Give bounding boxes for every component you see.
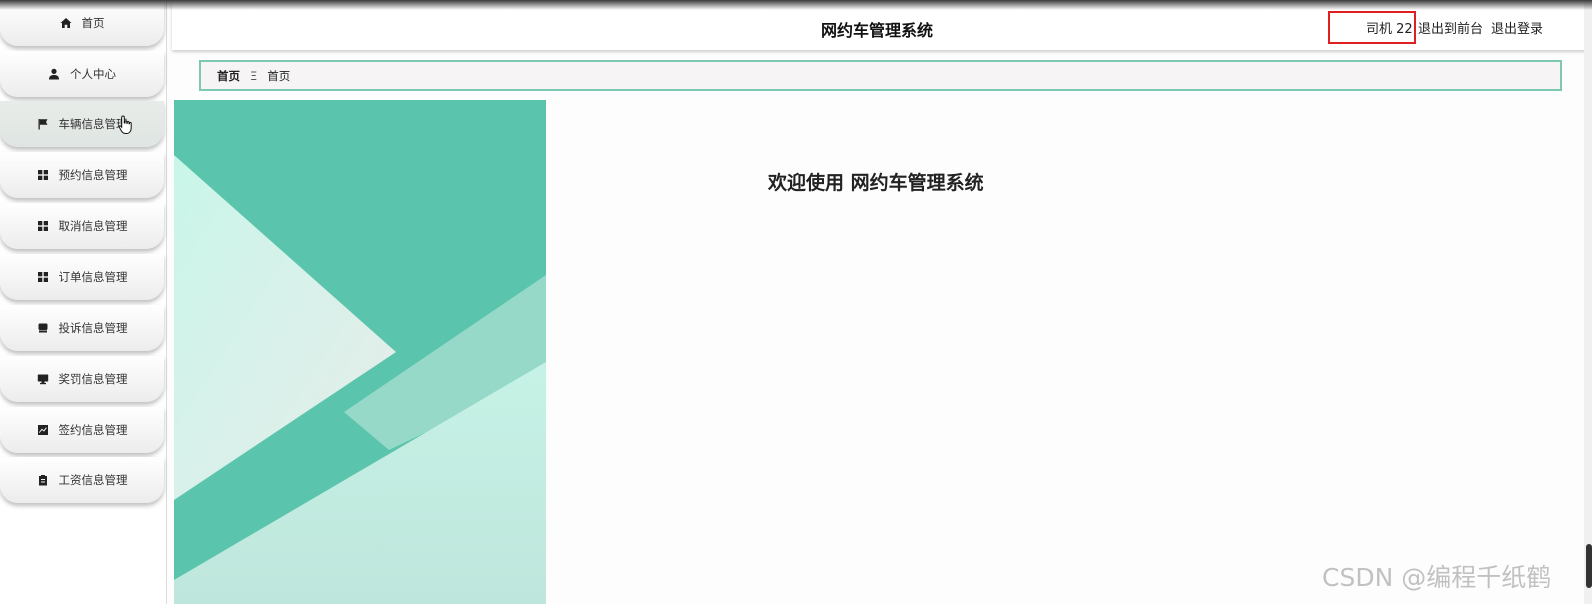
clipboard-icon (37, 474, 49, 486)
sidebar-item-reservations[interactable]: 预约信息管理 (0, 152, 164, 198)
home-icon (60, 17, 72, 29)
sidebar-item-home[interactable]: 首页 (0, 0, 164, 46)
sidebar-item-profile[interactable]: 个人中心 (0, 51, 164, 97)
sidebar-item-label: 工资信息管理 (58, 473, 128, 487)
breadcrumb-current: 首页 (267, 68, 291, 83)
sidebar-item-cancellations[interactable]: 取消信息管理 (0, 203, 164, 249)
sidebar-item-label: 个人中心 (70, 67, 116, 81)
grid-icon (37, 271, 49, 283)
grid-icon (37, 220, 49, 232)
sidebar-item-contracts[interactable]: 签约信息管理 (0, 407, 164, 453)
breadcrumb-separator: Ξ (250, 68, 258, 83)
sidebar-item-label: 签约信息管理 (58, 423, 128, 437)
sidebar-item-salary[interactable]: 工资信息管理 (0, 457, 164, 503)
welcome-illustration (174, 100, 546, 604)
logout-link[interactable]: 退出登录 (1491, 18, 1543, 37)
person-icon (48, 68, 60, 80)
sidebar: 首页 个人中心 车辆信息管理 预约信息管理 取消信息管理 订单信息管理 投诉信息… (0, 0, 167, 604)
app-window: 首页 个人中心 车辆信息管理 预约信息管理 取消信息管理 订单信息管理 投诉信息… (0, 0, 1592, 604)
pointer-cursor-icon (118, 115, 132, 134)
top-header: 网约车管理系统 司机 22 退出到前台 退出登录 (172, 0, 1592, 50)
sidebar-item-label: 预约信息管理 (58, 168, 128, 182)
sidebar-item-rewards[interactable]: 奖罚信息管理 (0, 356, 164, 402)
welcome-heading: 欢迎使用 网约车管理系统 (768, 172, 984, 194)
sidebar-item-label: 取消信息管理 (58, 219, 128, 233)
sidebar-item-orders[interactable]: 订单信息管理 (0, 254, 164, 300)
breadcrumb-home-link[interactable]: 首页 (217, 68, 240, 84)
chart-icon (37, 424, 49, 436)
sidebar-item-vehicles[interactable]: 车辆信息管理 (0, 101, 164, 147)
grid-icon (37, 169, 49, 181)
sidebar-item-label: 奖罚信息管理 (58, 372, 128, 386)
chat-icon (37, 322, 49, 334)
sidebar-item-label: 首页 (81, 16, 105, 30)
scrollbar-track[interactable] (1584, 0, 1592, 604)
watermark: CSDN @编程千纸鹤 (1322, 563, 1552, 592)
sidebar-item-complaints[interactable]: 投诉信息管理 (0, 305, 164, 351)
current-user: 司机 22 (1366, 22, 1413, 37)
breadcrumb: 首页 Ξ 首页 (199, 60, 1562, 91)
scrollbar-thumb[interactable] (1586, 544, 1592, 588)
logout-to-frontend-link[interactable]: 退出到前台 (1418, 18, 1483, 37)
sidebar-item-label: 订单信息管理 (58, 270, 128, 284)
sidebar-item-label: 投诉信息管理 (58, 321, 128, 335)
monitor-icon (37, 373, 49, 385)
flag-icon (37, 118, 49, 130)
